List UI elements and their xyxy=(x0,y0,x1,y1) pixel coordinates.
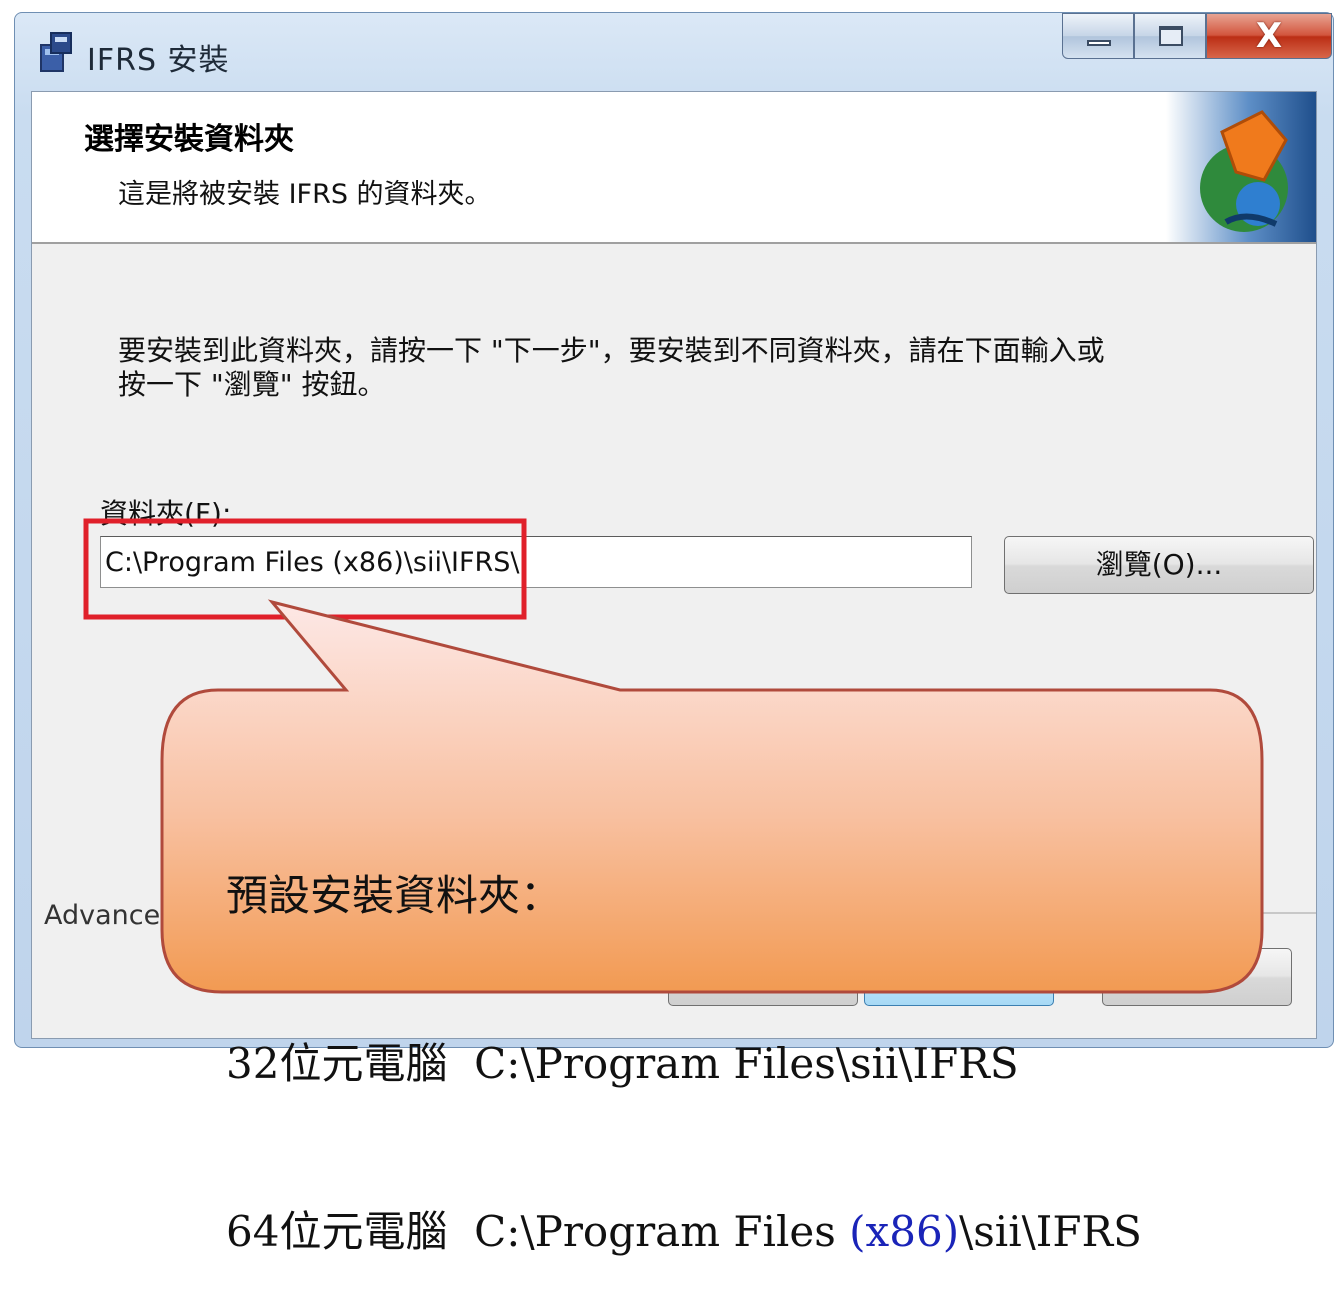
installer-app-icon xyxy=(40,32,72,72)
close-button[interactable]: X xyxy=(1206,13,1332,59)
instructions-line-2: 按一下 "瀏覽" 按鈕。 xyxy=(118,368,386,401)
callout-64bit-path-c: \sii\IFRS xyxy=(959,1207,1142,1256)
callout-64bit-x86: (x86) xyxy=(849,1207,960,1256)
page-subtitle: 這是將被安裝 IFRS 的資料夾。 xyxy=(118,179,492,210)
footer-divider xyxy=(1232,912,1316,914)
instructions-line-1: 要安裝到此資料夾，請按一下 "下一步"，要安裝到不同資料夾，請在下面輸入或 xyxy=(118,334,1105,367)
callout-32bit-label: 32位元電腦 xyxy=(226,1039,448,1088)
browse-button[interactable]: 瀏覽(O)... xyxy=(1004,536,1314,594)
callout-line-64bit: 64位元電腦 C:\Program Files (x86)\sii\IFRS xyxy=(226,1204,1142,1260)
callout-32bit-path: C:\Program Files\sii\IFRS xyxy=(474,1039,1019,1088)
title-bar[interactable]: IFRS 安裝 X xyxy=(15,13,1333,89)
callout-text: 預設安裝資料夾： 32位元電腦 C:\Program Files\sii\IFR… xyxy=(226,756,1142,1316)
folder-path-input[interactable] xyxy=(100,536,972,588)
minimize-icon xyxy=(1087,40,1111,46)
folder-label: 資料夾(F): xyxy=(100,497,232,530)
callout-heading: 預設安裝資料夾： xyxy=(226,871,563,920)
callout-64bit-label: 64位元電腦 xyxy=(226,1207,448,1256)
advanced-link[interactable]: Advanced xyxy=(44,900,177,931)
installer-logo-icon xyxy=(1166,92,1316,242)
header-banner: 選擇安裝資料夾 這是將被安裝 IFRS 的資料夾。 xyxy=(32,92,1316,244)
page-title: 選擇安裝資料夾 xyxy=(84,122,294,157)
instructions-text: 要安裝到此資料夾，請按一下 "下一步"，要安裝到不同資料夾，請在下面輸入或 按一… xyxy=(118,334,1238,402)
close-icon: X xyxy=(1255,16,1283,56)
minimize-button[interactable] xyxy=(1062,13,1134,59)
callout-64bit-path-a: C:\Program Files xyxy=(474,1207,850,1256)
window-title: IFRS 安裝 xyxy=(87,43,230,78)
maximize-button[interactable] xyxy=(1134,13,1206,59)
callout-line-32bit: 32位元電腦 C:\Program Files\sii\IFRS xyxy=(226,1036,1142,1092)
maximize-icon xyxy=(1159,26,1183,46)
